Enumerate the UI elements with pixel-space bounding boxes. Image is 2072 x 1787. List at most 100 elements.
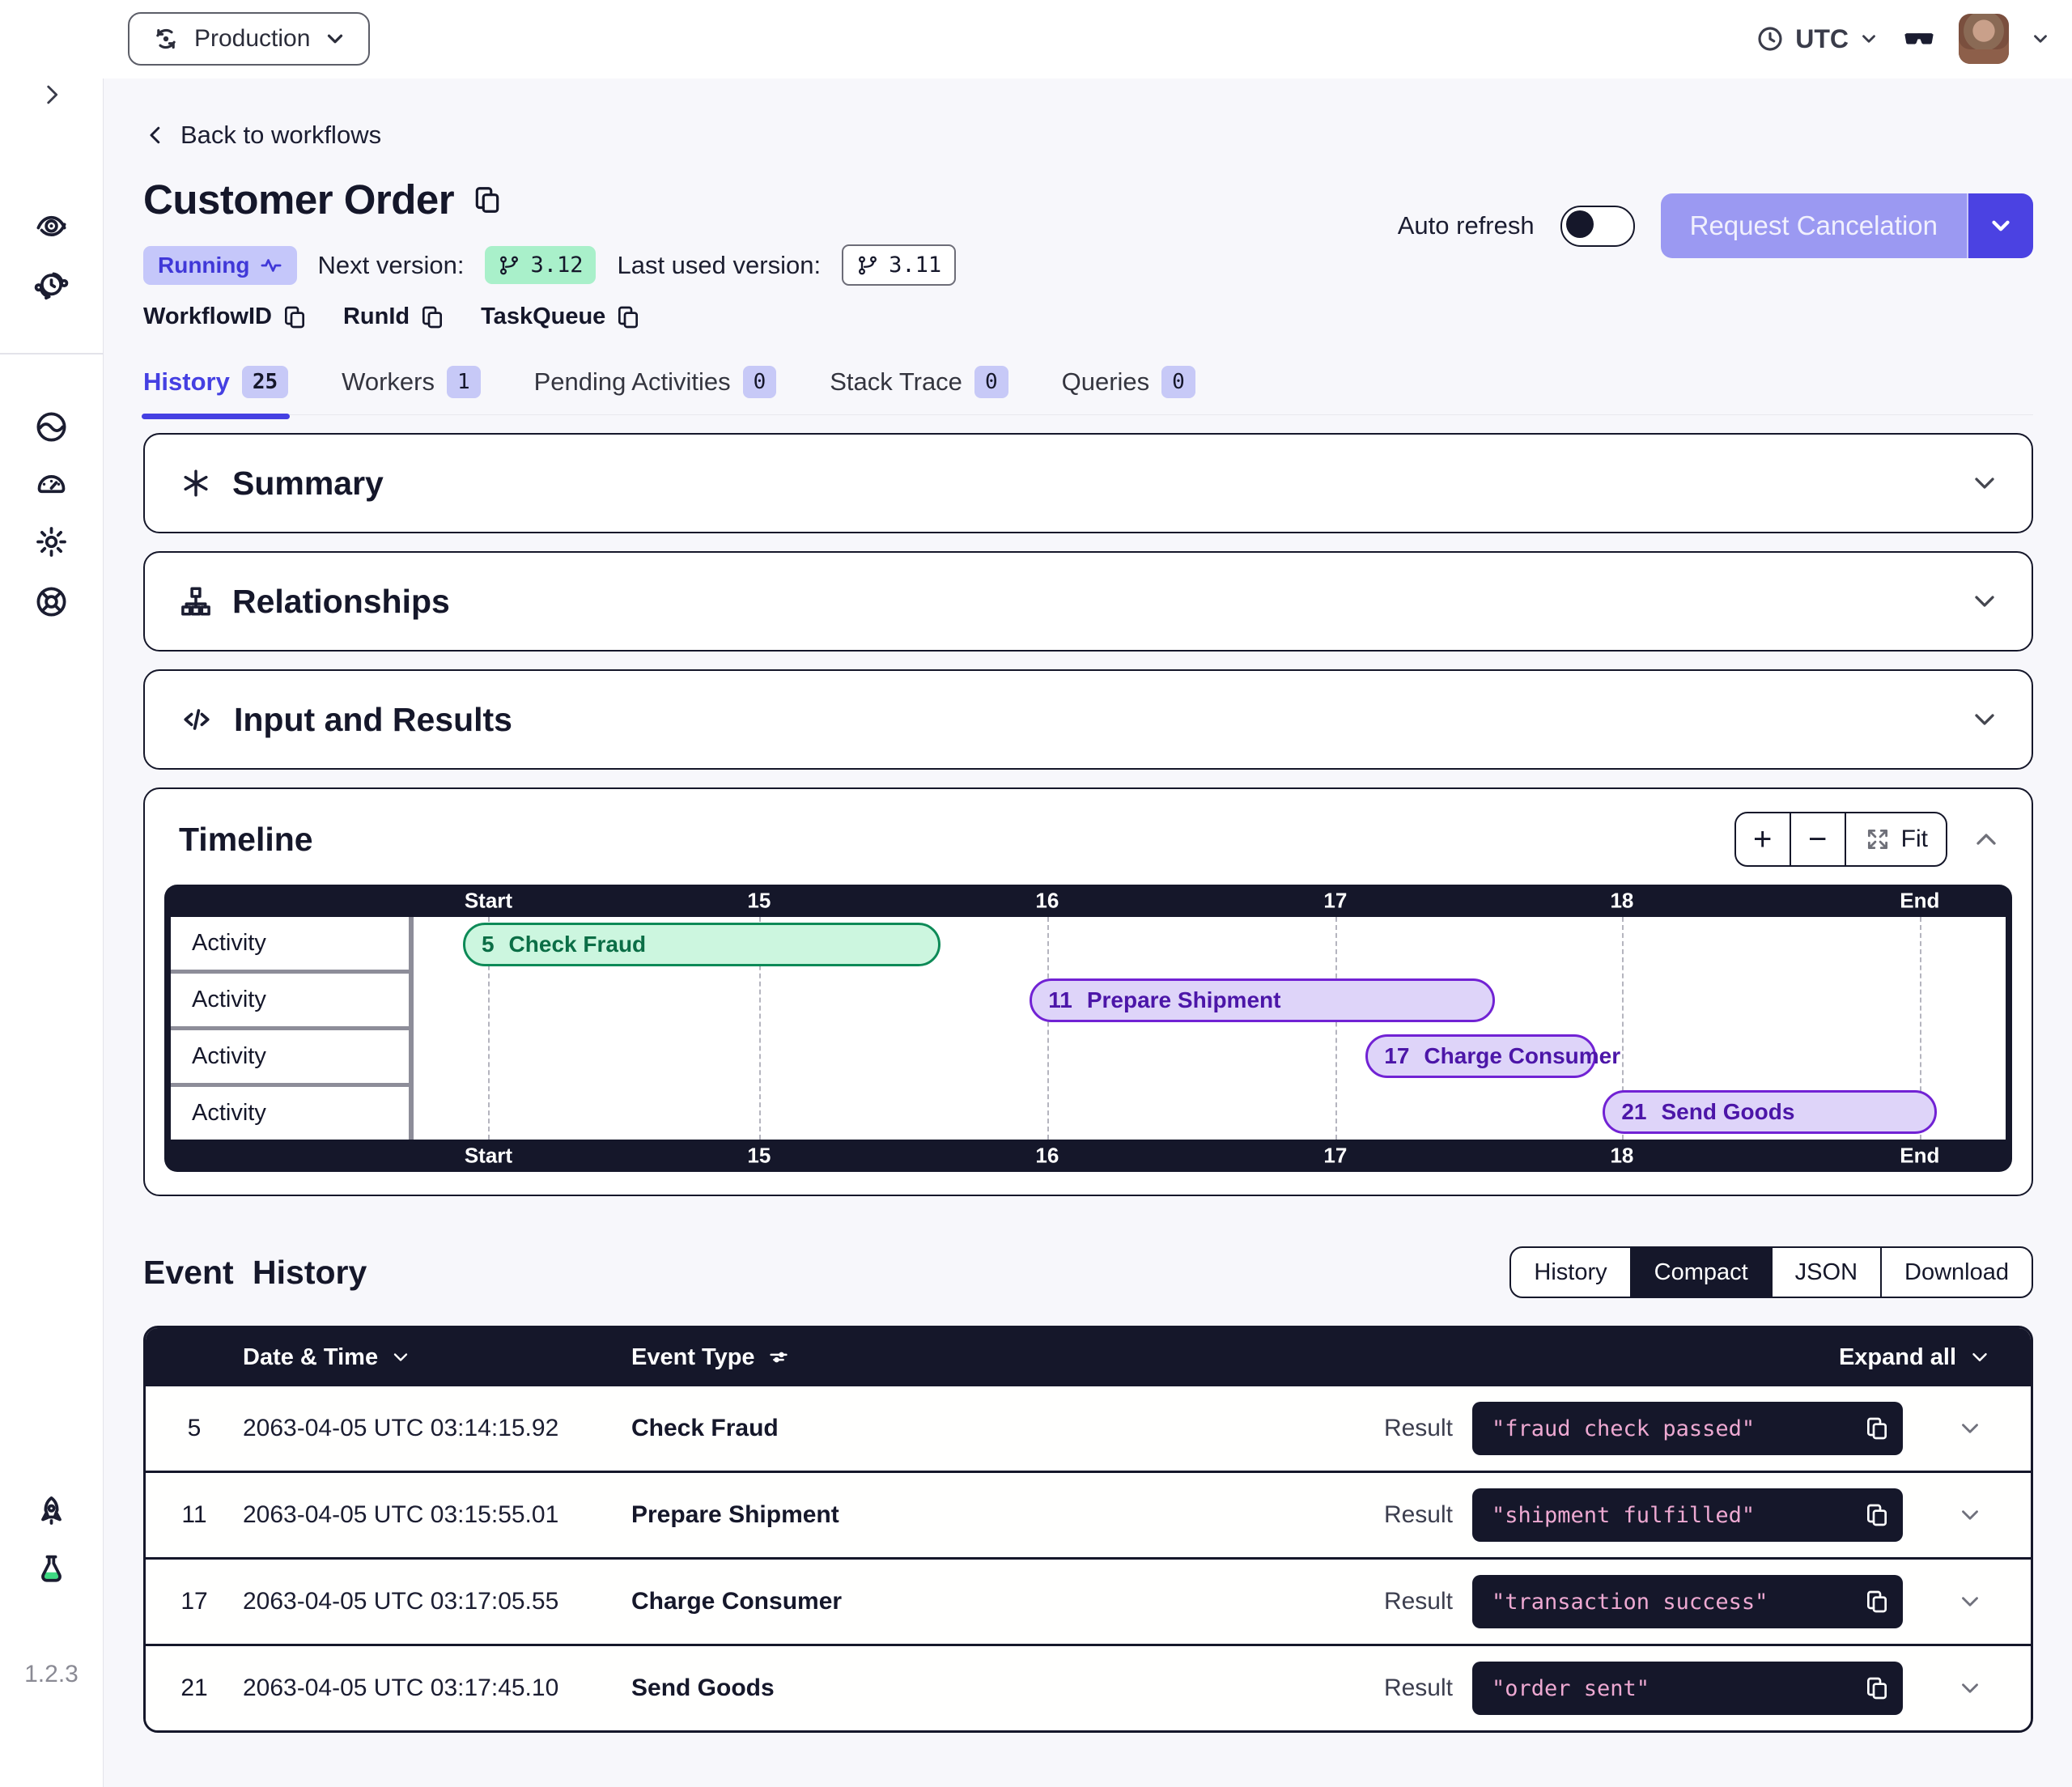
timeline-bar-check-fraud[interactable]: 5Check Fraud [463, 923, 940, 966]
gridline [1335, 917, 1337, 1140]
usage-gauge-icon[interactable] [33, 465, 70, 502]
back-to-workflows-link[interactable]: Back to workflows [143, 121, 381, 150]
collapse-timeline-icon[interactable] [1970, 823, 2002, 855]
branch-icon [856, 254, 879, 277]
view-history-button[interactable]: History [1511, 1248, 1629, 1297]
result-label: Result [1384, 1588, 1453, 1615]
request-cancelation-button[interactable]: Request Cancelation [1661, 193, 2033, 258]
toggle-knob [1566, 210, 1594, 238]
event-row[interactable]: 5 2063-04-05 UTC 03:14:15.92 Check Fraud… [146, 1386, 2031, 1471]
tab-count: 0 [1161, 366, 1195, 398]
rocket-icon[interactable] [33, 1494, 70, 1530]
zoom-in-button[interactable]: + [1736, 813, 1790, 865]
top-bar: Production UTC [0, 0, 2072, 79]
copy-result-icon[interactable] [1864, 1675, 1890, 1701]
result-value: "fraud check passed" [1492, 1416, 1755, 1441]
event-type-filter[interactable]: Event Type [631, 1344, 1472, 1371]
namespace-switcher[interactable]: Production [128, 12, 370, 66]
gridline [1047, 917, 1049, 1140]
expand-row-chevron[interactable] [1956, 1588, 1984, 1615]
timeline-row-label: Activity [171, 974, 409, 1026]
view-compact-button[interactable]: Compact [1630, 1248, 1771, 1297]
expand-row-chevron[interactable] [1956, 1501, 1984, 1529]
copy-result-icon[interactable] [1864, 1416, 1890, 1441]
last-used-version-value: 3.11 [889, 253, 941, 278]
event-row[interactable]: 21 2063-04-05 UTC 03:17:45.10 Send Goods… [146, 1644, 2031, 1730]
input-results-accordion[interactable]: Input and Results [143, 669, 2033, 770]
tab-workers[interactable]: Workers1 [342, 366, 480, 398]
timezone-selector[interactable]: UTC [1755, 23, 1879, 54]
task-queue-chip[interactable]: TaskQueue [481, 303, 641, 330]
account-menu-chevron-icon[interactable] [2030, 28, 2051, 49]
auto-refresh-toggle[interactable] [1560, 206, 1635, 247]
bar-label: Send Goods [1662, 1099, 1795, 1125]
sitemap-icon [179, 584, 213, 618]
workflows-icon[interactable] [33, 207, 70, 244]
labs-flask-icon[interactable] [33, 1552, 70, 1589]
event-history-table: Date & Time Event Type Expand all 5 2063… [143, 1326, 2033, 1733]
bar-label: Prepare Shipment [1087, 987, 1281, 1013]
expand-sidebar-icon[interactable] [38, 81, 66, 108]
expand-row-chevron[interactable] [1956, 1415, 1984, 1442]
bar-event-id: 17 [1384, 1043, 1409, 1069]
zoom-out-button[interactable]: − [1790, 813, 1845, 865]
event-row[interactable]: 17 2063-04-05 UTC 03:17:05.55 Charge Con… [146, 1557, 2031, 1644]
clock-icon [1755, 23, 1785, 54]
copy-title-icon[interactable] [472, 185, 503, 215]
timeline-bar-charge-consumer[interactable]: 17Charge Consumer [1365, 1034, 1596, 1078]
incognito-glasses-icon[interactable] [1900, 20, 1938, 57]
event-row[interactable]: 11 2063-04-05 UTC 03:15:55.01 Prepare Sh… [146, 1471, 2031, 1557]
copy-icon[interactable] [419, 304, 445, 330]
fit-button[interactable]: Fit [1845, 813, 1946, 865]
tab-pending-activities[interactable]: Pending Activities0 [534, 366, 777, 398]
tab-label: Workers [342, 367, 435, 397]
tab-history[interactable]: History25 [143, 366, 288, 398]
copy-result-icon[interactable] [1864, 1589, 1890, 1615]
view-json-button[interactable]: JSON [1771, 1248, 1880, 1297]
tab-label: Queries [1062, 367, 1150, 397]
chevron-down-icon [1968, 1345, 1992, 1369]
nexus-icon[interactable] [33, 409, 70, 445]
user-avatar[interactable] [1959, 14, 2009, 64]
timeline-row-label: Activity [171, 1087, 409, 1140]
tab-label: Pending Activities [534, 367, 731, 397]
expand-all-button[interactable]: Expand all [1839, 1344, 2031, 1371]
summary-label: Summary [232, 465, 384, 503]
event-type: Charge Consumer [631, 1588, 1384, 1615]
timeline-bar-prepare-shipment[interactable]: 11 Prepare Shipment [1030, 978, 1494, 1022]
workflow-id-chip[interactable]: WorkflowID [143, 303, 308, 330]
code-icon [179, 702, 214, 737]
tab-queries[interactable]: Queries 0 [1062, 366, 1195, 398]
axis-tick: End [1900, 1144, 1939, 1169]
chevron-down-icon [1968, 703, 2001, 736]
settings-gear-icon[interactable] [33, 524, 70, 560]
timeline-panel: Timeline + − Fit Start 15 16 17 18 [143, 787, 2033, 1196]
bar-event-id: 11 [1048, 987, 1072, 1013]
event-type: Check Fraud [631, 1415, 1384, 1442]
schedules-icon[interactable] [33, 267, 70, 303]
cancel-options-caret[interactable] [1967, 193, 2033, 258]
timeline-axis-bottom: Start 15 16 17 18 End [414, 1140, 2006, 1172]
date-time-sort[interactable]: Date & Time [243, 1344, 631, 1371]
copy-icon[interactable] [615, 304, 641, 330]
last-used-version-badge: 3.11 [842, 244, 956, 286]
workflow-tabs: History25 Workers1 Pending Activities0 S… [143, 366, 2033, 415]
copy-result-icon[interactable] [1864, 1502, 1890, 1528]
event-history-view-switcher: History Compact JSON Download [1509, 1246, 2033, 1298]
date-time-label: Date & Time [243, 1344, 378, 1371]
tab-stack-trace[interactable]: Stack Trace0 [830, 366, 1008, 398]
event-type: Send Goods [631, 1675, 1384, 1702]
timeline-bar-send-goods[interactable]: 21Send Goods [1603, 1090, 1937, 1134]
support-lifering-icon[interactable] [33, 584, 70, 620]
expand-row-chevron[interactable] [1956, 1675, 1984, 1702]
pulse-icon [260, 254, 282, 277]
timeline-gantt: Start 15 16 17 18 End Activity Activity … [164, 885, 2012, 1172]
run-id-chip[interactable]: RunId [343, 303, 445, 330]
axis-tick: 15 [747, 1144, 771, 1169]
summary-accordion[interactable]: Summary [143, 433, 2033, 533]
asterisk-icon [179, 466, 213, 500]
copy-icon[interactable] [282, 304, 308, 330]
download-button[interactable]: Download [1880, 1248, 2032, 1297]
relationships-accordion[interactable]: Relationships [143, 551, 2033, 652]
event-time: 2063-04-05 UTC 03:17:05.55 [243, 1588, 631, 1615]
